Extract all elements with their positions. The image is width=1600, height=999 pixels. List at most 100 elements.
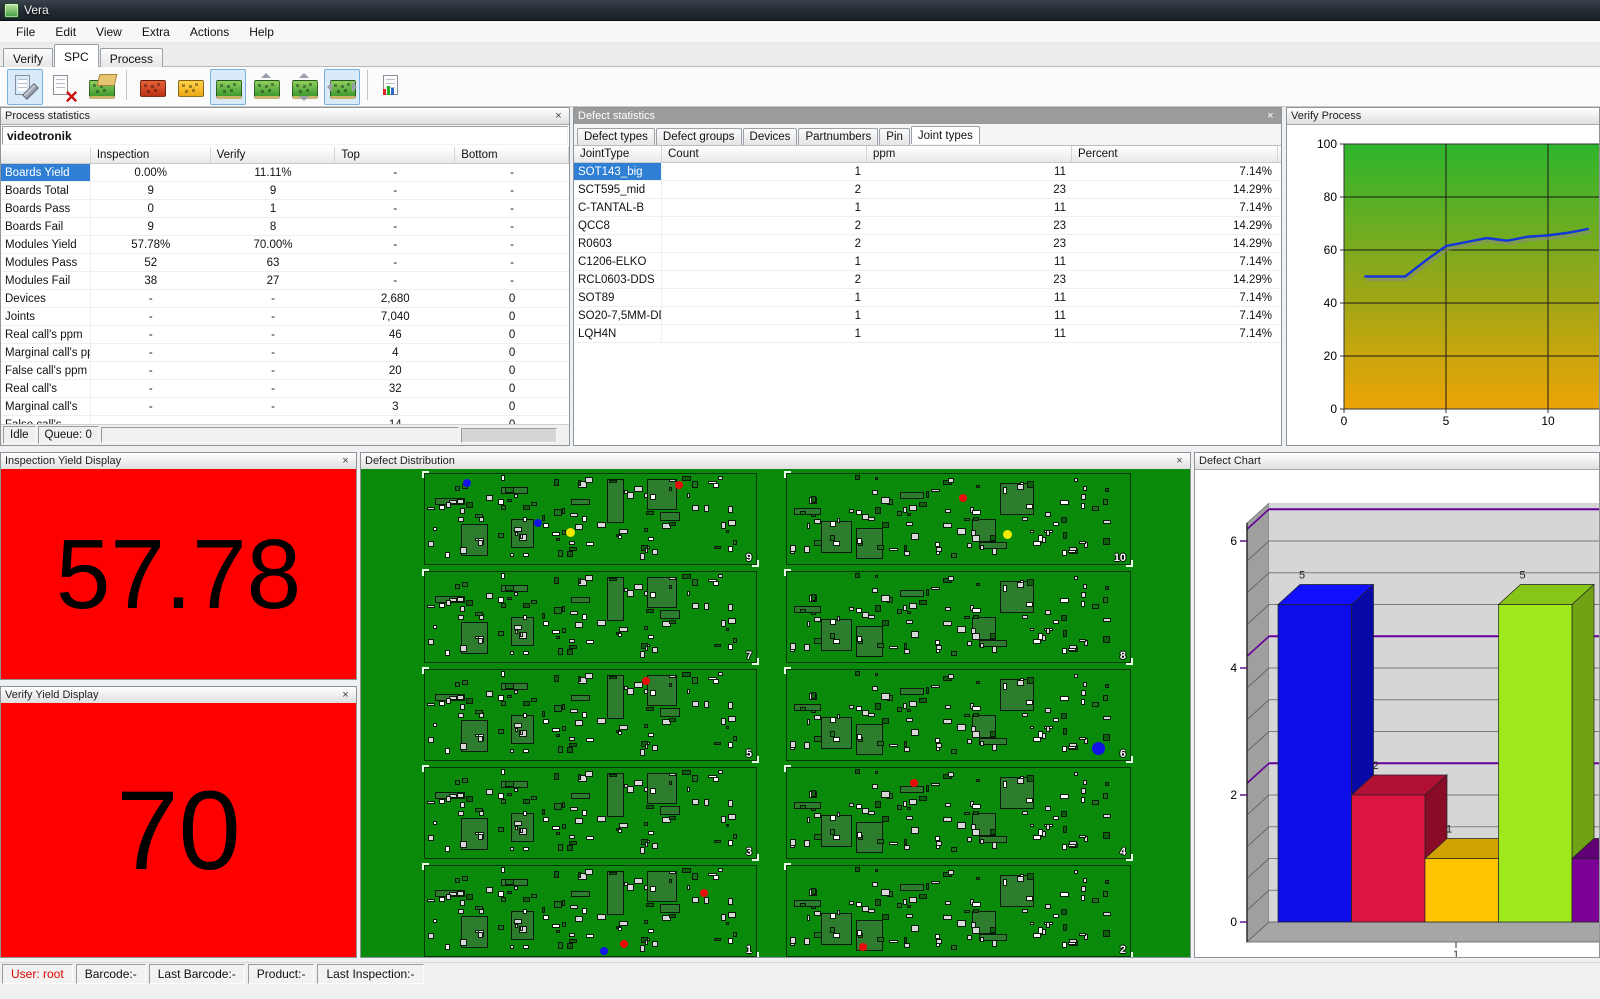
table-row[interactable]: Boards Yield0.00%11.11%--: [1, 164, 569, 182]
defect-distribution-titlebar[interactable]: Defect Distribution ×: [361, 453, 1190, 470]
defect-marker-red: [642, 677, 650, 685]
table-row[interactable]: Marginal call's ppm--40: [1, 344, 569, 362]
pcb-board-7[interactable]: 7: [424, 571, 757, 663]
pcb-component: [855, 475, 861, 480]
table-row[interactable]: R060322314.29%: [574, 235, 1281, 253]
table-row[interactable]: Real call's ppm--460: [1, 326, 569, 344]
board-pass-view-button[interactable]: [210, 69, 246, 105]
pcb-component: [1053, 620, 1059, 624]
table-row[interactable]: False call's ppm--200: [1, 362, 569, 380]
process-statistics-titlebar[interactable]: Process statistics ×: [1, 108, 569, 125]
menu-edit[interactable]: Edit: [45, 22, 86, 42]
table-row[interactable]: Real call's--320: [1, 380, 569, 398]
table-row[interactable]: Joints--7,0400: [1, 308, 569, 326]
tab-spc[interactable]: SPC: [54, 44, 99, 67]
pcb-board-3[interactable]: 3: [424, 767, 757, 859]
pcb-component: [640, 847, 645, 854]
pcb-component: [904, 643, 907, 649]
table-row[interactable]: Modules Fail3827--: [1, 272, 569, 290]
table-row[interactable]: Devices--2,6800: [1, 290, 569, 308]
pcb-component: [569, 835, 575, 839]
pcb-component: [609, 872, 617, 876]
pcb-board-1[interactable]: 1: [424, 865, 757, 957]
close-icon[interactable]: ×: [551, 110, 566, 123]
defect-distribution-canvas[interactable]: 9 10 78563412: [361, 469, 1190, 957]
cell-value: -: [91, 290, 211, 307]
delete-report-button[interactable]: ×: [45, 69, 81, 105]
pcb-board-8[interactable]: 8: [786, 571, 1131, 663]
menu-help[interactable]: Help: [239, 22, 284, 42]
table-row[interactable]: QCC822314.29%: [574, 217, 1281, 235]
defect-chart-titlebar[interactable]: Defect Chart: [1195, 453, 1599, 470]
close-icon[interactable]: ×: [338, 689, 353, 702]
pcb-component: [428, 639, 434, 644]
pcb-component: [945, 901, 951, 906]
table-row[interactable]: RCL0603-DDS22314.29%: [574, 271, 1281, 289]
pcb-component: [1038, 927, 1044, 934]
table-row[interactable]: SOT143_big1117.14%: [574, 163, 1281, 181]
defect-tab-devices[interactable]: Devices: [743, 128, 798, 145]
defect-tab-defect-groups[interactable]: Defect groups: [656, 128, 742, 145]
pcb-component: [669, 620, 677, 624]
pcb-board-5[interactable]: 5: [424, 669, 757, 761]
import-board-button[interactable]: [83, 69, 119, 105]
row-label: Marginal call's: [1, 398, 91, 415]
pcb-board-9[interactable]: 9: [424, 473, 757, 565]
table-row[interactable]: C-TANTAL-B1117.14%: [574, 199, 1281, 217]
edit-report-button[interactable]: [7, 69, 43, 105]
pcb-board-6[interactable]: 6: [786, 669, 1131, 761]
defect-statistics-titlebar[interactable]: Defect statistics ×: [574, 108, 1281, 125]
pcb-component: [811, 790, 816, 797]
vera-window: Vera FileEditViewExtraActionsHelp Verify…: [0, 0, 1600, 999]
table-row[interactable]: Marginal call's--30: [1, 398, 569, 416]
board-warn-view-button[interactable]: [172, 69, 208, 105]
table-row[interactable]: SO20-7,5MM-DDS1117.14%: [574, 307, 1281, 325]
pcb-component: [520, 534, 524, 538]
board-move-vertical-button[interactable]: [286, 69, 322, 105]
pcb-board-2[interactable]: 2: [786, 865, 1131, 957]
menu-extra[interactable]: Extra: [132, 22, 180, 42]
pcb-component: [578, 480, 581, 486]
board-fit-width-button[interactable]: [324, 69, 360, 105]
statistics-chart-button[interactable]: [375, 69, 411, 105]
pcb-component: [669, 773, 676, 777]
defect-tab-defect-types[interactable]: Defect types: [577, 128, 655, 145]
inspection-yield-titlebar[interactable]: Inspection Yield Display ×: [1, 453, 356, 470]
table-row[interactable]: SOT891117.14%: [574, 289, 1281, 307]
table-row[interactable]: Boards Fail98--: [1, 218, 569, 236]
pcb-component: [906, 718, 913, 722]
close-icon[interactable]: ×: [1263, 110, 1278, 123]
close-icon[interactable]: ×: [338, 455, 353, 468]
menu-view[interactable]: View: [86, 22, 132, 42]
board-fail-view-button[interactable]: [134, 69, 170, 105]
tab-verify[interactable]: Verify: [3, 48, 53, 69]
board-move-up-button[interactable]: [248, 69, 284, 105]
verify-yield-titlebar[interactable]: Verify Yield Display ×: [1, 687, 356, 704]
defect-tab-partnumbers[interactable]: Partnumbers: [798, 128, 878, 145]
pcb-component: [505, 585, 514, 591]
close-icon[interactable]: ×: [1172, 455, 1187, 468]
status-item: Barcode:-: [76, 964, 146, 984]
table-row[interactable]: Modules Yield57.78%70.00%--: [1, 236, 569, 254]
menu-actions[interactable]: Actions: [180, 22, 239, 42]
window-titlebar[interactable]: Vera: [0, 0, 1600, 21]
pcb-component: [1103, 832, 1110, 839]
pcb-component: [460, 606, 465, 612]
menu-file[interactable]: File: [6, 22, 45, 42]
pcb-component: [669, 879, 672, 884]
table-row[interactable]: LQH4N1117.14%: [574, 325, 1281, 343]
pcb-board-10[interactable]: 10: [786, 473, 1131, 565]
defect-tab-joint-types[interactable]: Joint types: [911, 126, 980, 144]
table-row[interactable]: Boards Pass01--: [1, 200, 569, 218]
pcb-board-4[interactable]: 4: [786, 767, 1131, 859]
pcb-component: [514, 592, 518, 597]
pcb-component: [640, 945, 645, 952]
defect-tab-pin[interactable]: Pin: [879, 128, 910, 145]
pcb-component: [523, 897, 530, 902]
verify-process-titlebar[interactable]: Verify Process: [1287, 108, 1599, 125]
table-row[interactable]: Boards Total99--: [1, 182, 569, 200]
table-row[interactable]: SCT595_mid22314.29%: [574, 181, 1281, 199]
table-row[interactable]: C1206-ELKO1117.14%: [574, 253, 1281, 271]
tab-process[interactable]: Process: [100, 48, 163, 69]
table-row[interactable]: Modules Pass5263--: [1, 254, 569, 272]
